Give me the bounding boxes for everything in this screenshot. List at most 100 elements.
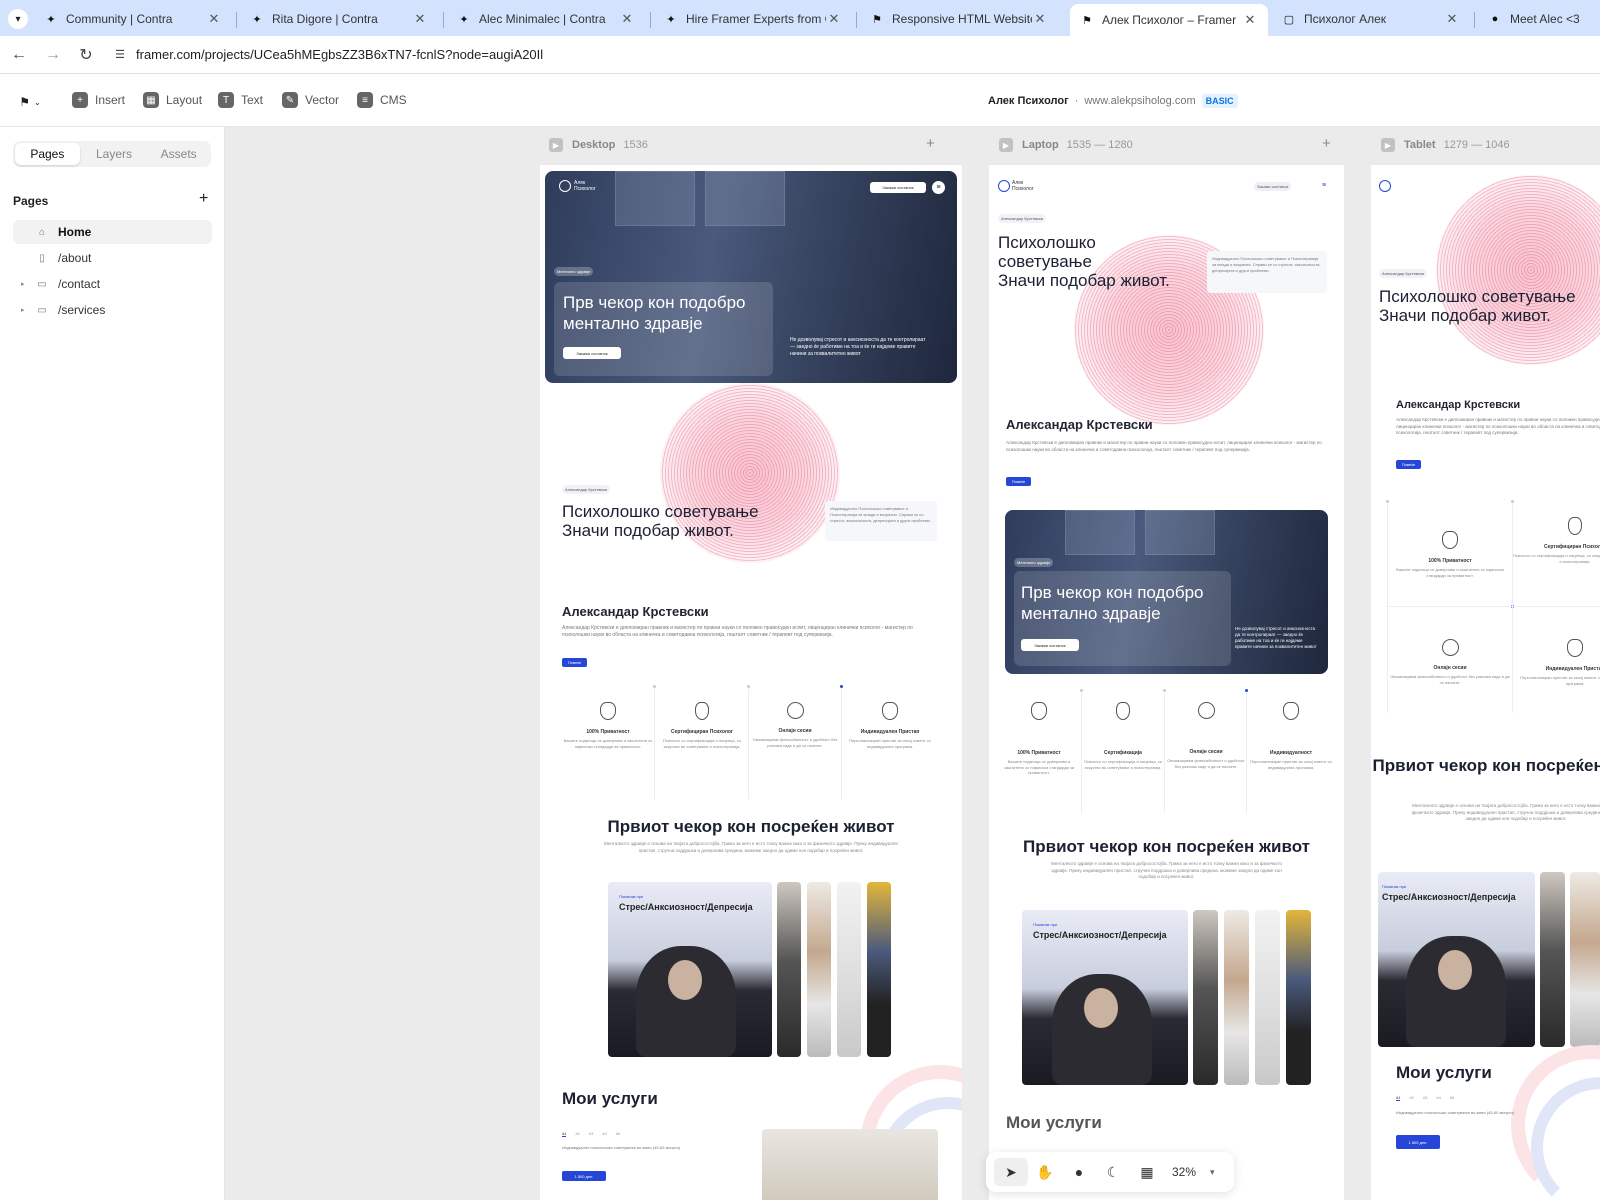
address-bar-url[interactable]: framer.com/projects/UCea5hMEgbsZZ3B6xTN7… [136,47,543,62]
hero-cta-button[interactable]: Закажи состанок [1021,639,1079,651]
service-photo[interactable]: Помагам при Стрес/Анксиозност/Депресија [1022,910,1188,1085]
feature-title: Онлајн сесии [778,728,812,734]
service-tab[interactable]: #2 [1409,1095,1413,1101]
head-icon [1567,639,1583,657]
service-tab[interactable]: #1 [562,1131,567,1137]
breakpoint-header-laptop[interactable]: ▶ Laptop 1535 — 1280 [999,135,1133,155]
tablet-frame[interactable]: Александар Крстевски Психолошко советува… [1371,165,1600,1200]
site-settings-icon[interactable]: ☰ [112,46,128,62]
feature-privacy: 100% Приватност Вашите податоци се довер… [562,702,654,749]
project-info[interactable]: Алек Психолог · www.alekpsiholog.com BAS… [988,94,1238,108]
hero-cta-button[interactable]: Закажи состанок [563,347,621,359]
add-breakpoint-plus-icon[interactable]: + [1322,135,1331,152]
tab-search-chevron-icon[interactable]: ▾ [8,9,28,29]
service-thumb[interactable] [1540,872,1565,1047]
service-tab[interactable]: #5 [1450,1095,1454,1101]
reload-icon[interactable]: ↻ [75,44,97,66]
vector-button[interactable]: ✎ Vector [282,92,339,108]
service-photo[interactable]: Помагам при Стрес/Анксиозност/Депресија [608,882,772,1057]
service-tab[interactable]: #4 [602,1131,606,1137]
close-icon[interactable]: ✕ [1032,11,1048,27]
grid-icon[interactable]: ▦ [1130,1158,1164,1186]
service-tab[interactable]: #1 [1396,1095,1401,1101]
framer-menu-button[interactable]: ⚑ ⌄ [12,89,48,115]
insert-button[interactable]: + Insert [72,92,125,108]
service-thumb[interactable] [777,882,801,1057]
breakpoint-header-tablet[interactable]: ▶ Tablet 1279 — 1046 [1381,135,1510,155]
more-button[interactable]: Повеќе [562,658,587,667]
page-item-home[interactable]: ⌂ Home [13,220,212,244]
comment-icon[interactable]: ● [1062,1158,1096,1186]
section-heading: Првиот чекор кон посреќен живот [607,817,895,836]
service-tab[interactable]: #5 [616,1131,620,1137]
moon-icon[interactable]: ☾ [1096,1158,1130,1186]
page-item-services[interactable]: ▸ ▭ /services [13,298,212,322]
close-icon[interactable]: ✕ [206,11,222,27]
expand-caret-icon[interactable]: ▸ [21,280,25,288]
service-thumb[interactable] [1255,910,1280,1085]
play-icon[interactable]: ▶ [1381,138,1395,152]
close-icon[interactable]: ✕ [1242,12,1258,28]
browser-tab[interactable]: ✦ Alec Minimalec | Contra ✕ [447,4,645,34]
service-thumb[interactable] [1224,910,1249,1085]
desktop-frame[interactable]: Алек Психолог Закажи состанок ≡ Ментално… [540,165,962,1200]
add-breakpoint-plus-icon[interactable]: + [926,135,935,152]
page-label: Home [58,225,92,239]
page-item-about[interactable]: ▯ /about [13,246,212,270]
browser-tab[interactable]: ✦ Hire Framer Experts from Contr ✕ [654,4,852,34]
tab-assets[interactable]: Assets [146,141,211,167]
more-button[interactable]: Повеќе [1396,460,1421,469]
service-thumb[interactable] [1286,910,1311,1085]
browser-tab[interactable]: ⚑ Responsive HTML Website Temp ✕ [860,4,1058,34]
more-button[interactable]: Повеќе [1006,477,1031,486]
browser-tab[interactable]: ✦ Community | Contra ✕ [34,4,232,34]
service-thumb[interactable] [1193,910,1218,1085]
tab-title: Alec Minimalec | Contra [479,12,606,26]
close-icon[interactable]: ✕ [826,11,842,27]
service-price-button[interactable]: 1.500 ден. [562,1171,606,1181]
menu-icon[interactable]: ≡ [1322,182,1326,189]
tab-pages[interactable]: Pages [15,143,80,165]
laptop-frame[interactable]: Алек Психолог Закажи состанок ≡ Александ… [989,165,1344,1200]
breakpoint-header-desktop[interactable]: ▶ Desktop 1536 [549,135,648,155]
browser-tab[interactable]: ✦ Rita Digore | Contra ✕ [240,4,438,34]
expand-caret-icon[interactable]: ▸ [21,306,25,314]
service-price-button[interactable]: 1.500 ден. [1396,1135,1440,1149]
feature-online: Онлајн сесии Овозможувам флексибилност и… [1388,639,1512,685]
cms-button[interactable]: ≡ CMS [357,92,407,108]
play-icon[interactable]: ▶ [549,138,563,152]
cta-top-button[interactable]: Закажи состанок [1254,182,1292,191]
service-thumb[interactable] [837,882,861,1057]
cursor-icon[interactable]: ➤ [994,1158,1028,1186]
service-tab[interactable]: #3 [589,1131,593,1137]
browser-tab-active[interactable]: ⚑ Алек Психолог – Framer ✕ [1070,4,1268,36]
browser-tab[interactable]: ▢ Психолог Алек ✕ [1272,4,1470,34]
play-icon[interactable]: ▶ [999,138,1013,152]
service-thumb[interactable] [1570,872,1600,1047]
close-icon[interactable]: ✕ [1444,11,1460,27]
service-thumb[interactable] [807,882,831,1057]
close-icon[interactable]: ✕ [412,11,428,27]
zoom-level[interactable]: 32% [1172,1165,1196,1179]
pages-heading: Pages [13,194,49,208]
service-tab[interactable]: #2 [575,1131,579,1137]
service-tab[interactable]: #4 [1436,1095,1440,1101]
service-tab[interactable]: #3 [1423,1095,1427,1101]
close-icon[interactable]: ✕ [619,11,635,27]
add-page-plus-icon[interactable]: + [199,190,208,208]
text-button[interactable]: T Text [218,92,263,108]
hand-icon[interactable]: ✋ [1028,1158,1062,1186]
design-canvas[interactable]: ▶ Desktop 1536 + ▶ Laptop 1535 — 1280 + … [226,127,1600,1200]
breakpoint-size: 1536 [623,139,648,151]
tab-layers[interactable]: Layers [82,141,147,167]
page-item-contact[interactable]: ▸ ▭ /contact [13,272,212,296]
layout-button[interactable]: ▦ Layout [143,92,202,108]
browser-tab[interactable]: ● Meet Alec <3 [1478,4,1600,34]
service-photo[interactable]: Помагам при Стрес/Анксиозност/Депресија [1378,872,1535,1047]
menu-icon[interactable]: ≡ [932,181,945,194]
service-thumb[interactable] [867,882,891,1057]
chevron-down-icon[interactable]: ▾ [1210,1167,1215,1178]
hero-cta-top-button[interactable]: Закажи состанок [870,182,926,193]
back-arrow-icon[interactable]: ← [8,44,30,66]
forward-arrow-icon[interactable]: → [42,44,64,66]
